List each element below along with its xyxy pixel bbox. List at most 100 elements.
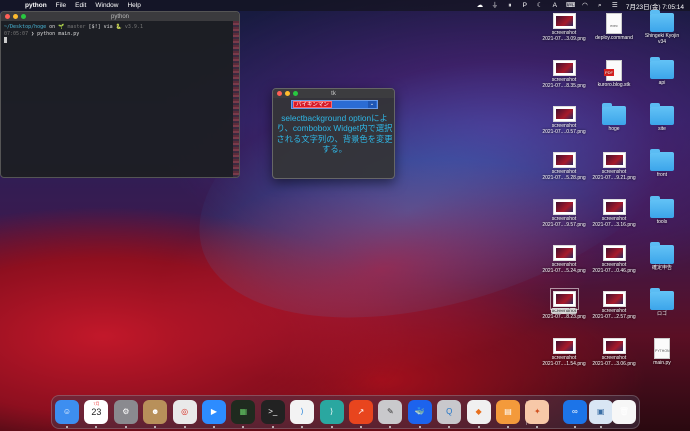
menu-edit[interactable]: Edit xyxy=(75,2,86,9)
menu-help[interactable]: Help xyxy=(127,2,140,9)
menu-app-python[interactable]: python xyxy=(25,2,47,9)
desktop-icon[interactable]: Shingeki Kyojin v34 xyxy=(637,10,687,53)
desktop-icon[interactable]: screenshot 2021-07....5.24.png xyxy=(539,245,589,285)
close-button[interactable] xyxy=(5,14,10,19)
chrome-icon[interactable]: ◎ xyxy=(172,400,197,424)
desktop-icon[interactable]: screenshot 2021-07....5.28.png xyxy=(539,152,589,192)
desktop-icon[interactable]: screenshot 2021-07....8.35.png xyxy=(539,60,589,100)
preview-icon[interactable]: ▣ xyxy=(588,400,613,424)
calendar-icon[interactable]: 23 7月 xyxy=(84,400,109,424)
desktop-icon[interactable]: screenshot 2021-07....0.46.png xyxy=(589,245,639,285)
infinity-app-icon[interactable]: ∞ xyxy=(562,400,587,424)
books-icon[interactable]: ▤ xyxy=(496,400,520,424)
terminal-command: ❯ python main.py xyxy=(31,30,80,37)
a-icon[interactable]: A xyxy=(551,2,559,9)
desktop-icon[interactable]: tools xyxy=(637,196,687,239)
desktop-icon[interactable]: api xyxy=(637,57,687,100)
prompt-python-version: 🐍 v3.9.1 xyxy=(115,24,143,30)
menu-window[interactable]: Window xyxy=(95,2,118,9)
tk-close-button[interactable] xyxy=(277,91,282,96)
terminal-cursor xyxy=(4,37,7,43)
control-center-icon[interactable]: ☰ xyxy=(611,2,619,9)
desktop-icon[interactable]: screenshot 2021-07....8.23.png xyxy=(539,288,589,331)
desktop-icon-label: site xyxy=(658,126,666,132)
desktop-icon[interactable]: ロゴ xyxy=(637,288,687,331)
dock-running-indicator xyxy=(599,426,602,428)
desktop-icon[interactable]: site xyxy=(637,103,687,146)
dock-running-indicator xyxy=(301,426,304,428)
desktop-icon-sublabel: 2021-07....8.23.png xyxy=(542,313,586,320)
vscode-insiders-icon[interactable]: ⟩ xyxy=(319,400,344,424)
p-icon[interactable]: P xyxy=(521,2,529,9)
draw-app-icon[interactable]: ✦ xyxy=(525,400,550,424)
document-icon: PDF xyxy=(604,60,622,81)
terminal-window[interactable]: python ~/Desktop/hoge on 🌱 master [$!] v… xyxy=(0,11,240,178)
moon-icon[interactable]: ☾ xyxy=(536,2,544,9)
desktop-icon[interactable]: screenshot 2021-07....2.57.png xyxy=(589,291,639,331)
contacts-icon[interactable]: ☻ xyxy=(143,400,168,424)
combobox-selected-text[interactable]: バイキンマン xyxy=(293,101,332,108)
document-icon: exec xyxy=(606,13,622,34)
combobox[interactable]: バイキンマン ⌄ xyxy=(291,100,378,109)
combobox-dropdown-icon[interactable]: ⌄ xyxy=(368,101,376,108)
screenshot-thumbnail-icon xyxy=(552,152,576,168)
desktop-icon[interactable]: 確定申告 xyxy=(637,242,687,285)
dock-running-indicator xyxy=(154,426,157,428)
tk-zoom-button[interactable] xyxy=(293,91,298,96)
desktop-icon[interactable]: screenshot 2021-07....9.57.png xyxy=(539,199,589,239)
tool-app-icon[interactable]: ✎ xyxy=(378,400,403,424)
minimize-button[interactable] xyxy=(13,14,18,19)
parallel-icon[interactable]: ⏸ xyxy=(506,2,514,9)
chart-app-icon[interactable]: ↗ xyxy=(349,400,373,424)
quicktime-icon[interactable]: Q xyxy=(437,400,462,424)
dock-running-indicator xyxy=(507,426,509,428)
desktop-icon-sublabel: 2021-07....3.06.png xyxy=(592,360,636,367)
desktop-icon[interactable]: PYTHON main.py xyxy=(637,338,687,378)
prompt-branch: 🌱 master xyxy=(58,24,86,30)
search-icon[interactable]: ⌕ xyxy=(596,2,604,9)
terminal-scrollbar[interactable] xyxy=(233,21,239,177)
zoom-icon[interactable]: ▶ xyxy=(202,400,226,424)
desktop-icon[interactable]: PDF kuroro.blog.stk xyxy=(589,60,639,100)
finder-icon[interactable]: ☺ xyxy=(55,400,79,424)
trash-icon[interactable]: 🗑 xyxy=(612,400,636,424)
desktop-icon-label: api xyxy=(658,80,666,86)
tk-minimize-button[interactable] xyxy=(285,91,290,96)
clock[interactable]: 7月23日(金) 7:05:14 xyxy=(626,1,684,11)
document-icon: PYTHON xyxy=(654,338,670,359)
desktop-icon-sublabel: 2021-07....2.57.png xyxy=(592,313,636,320)
tk-window[interactable]: tk バイキンマン ⌄ selectbackground optionにより、c… xyxy=(272,88,395,179)
desktop-icon[interactable]: exec deploy.command xyxy=(589,13,639,53)
keyboard-icon[interactable]: ⌨ xyxy=(566,2,575,9)
desktop-icon[interactable]: screenshot 2021-07....3.09.png xyxy=(539,13,589,53)
menu-file[interactable]: File xyxy=(56,2,66,9)
screenshot-thumbnail-icon xyxy=(552,60,576,76)
dropbox-icon[interactable]: ☁ xyxy=(476,2,484,9)
wifi-icon[interactable]: ◠ xyxy=(581,2,589,9)
desktop-icon[interactable]: screenshot 2021-07....0.57.png xyxy=(539,106,589,146)
activity-monitor-icon[interactable]: ▦ xyxy=(231,400,256,424)
desktop-icon[interactable]: screenshot 2021-07....9.21.png xyxy=(589,152,639,192)
terminal-icon[interactable]: >_ xyxy=(260,400,285,424)
folder-icon xyxy=(650,103,674,125)
desktop-icon[interactable]: screenshot 2021-07....3.16.png xyxy=(589,199,639,239)
vscode-icon[interactable]: ⟩ xyxy=(290,400,315,424)
zoom-button[interactable] xyxy=(21,14,26,19)
terminal-titlebar[interactable]: python xyxy=(1,12,239,21)
desktop-icon[interactable]: screenshot 2021-07....1.54.png xyxy=(539,338,589,378)
desktop-icon-label: main.py xyxy=(653,360,671,366)
sourcetree-icon[interactable]: ◆ xyxy=(466,400,491,424)
terminal-output[interactable]: ~/Desktop/hoge on 🌱 master [$!] via 🐍 v3… xyxy=(1,21,239,47)
tk-description-label: selectbackground optionにより、combobox Widg… xyxy=(276,113,393,155)
desktop-icon[interactable]: screenshot 2021-07....3.06.png xyxy=(589,338,639,378)
tk-titlebar[interactable]: tk xyxy=(273,89,394,98)
folder-icon xyxy=(650,288,674,310)
desktop-icon[interactable]: front xyxy=(637,149,687,192)
system-preferences-icon[interactable]: ⚙ xyxy=(113,400,138,424)
folder-icon xyxy=(602,103,626,125)
docker-icon[interactable]: 🐳 xyxy=(407,400,432,424)
desktop-icon[interactable]: hoge xyxy=(589,103,639,146)
screenshot-thumbnail-icon xyxy=(602,199,626,215)
clipboard-icon[interactable]: ⏚ xyxy=(491,2,499,9)
folder-icon xyxy=(650,242,674,264)
